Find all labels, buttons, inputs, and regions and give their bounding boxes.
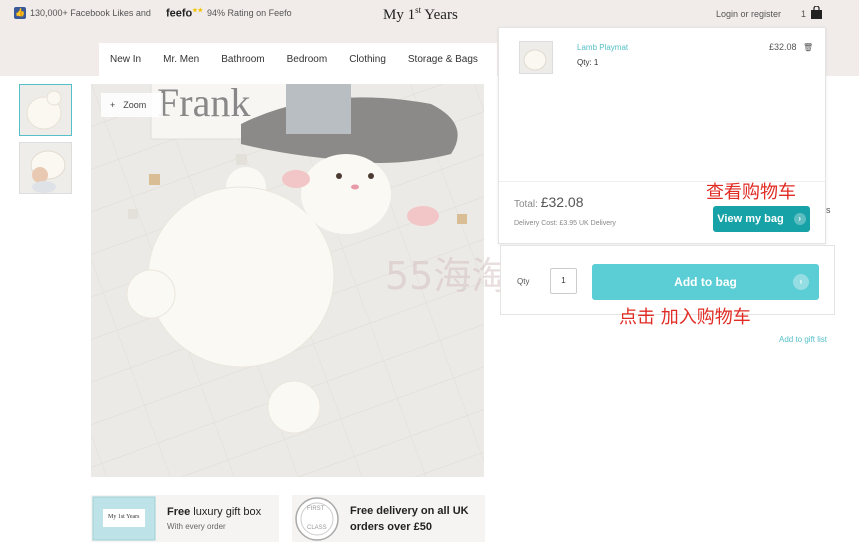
chevron-right-icon: › xyxy=(793,213,806,225)
feefo-badge[interactable]: feefo★★ 94% Rating on Feefo xyxy=(166,7,292,20)
nav-item-clothing[interactable]: Clothing xyxy=(349,54,386,65)
add-to-gift-list-link[interactable]: Add to gift list xyxy=(779,335,827,344)
delivery-cost: Delivery Cost: £3.95 UK Delivery xyxy=(514,220,616,227)
stamp-bottom-text: CLASS xyxy=(307,525,327,531)
feefo-stars: ★★ xyxy=(192,8,204,14)
add-to-cart-annotation: 点击 加入购物车 xyxy=(619,307,751,328)
add-to-bag-label: Add to bag xyxy=(674,275,737,289)
cart-total-value: £32.08 xyxy=(540,194,584,210)
shopping-bag-icon[interactable] xyxy=(810,6,823,19)
view-my-bag-button[interactable]: View my bag › xyxy=(713,206,810,232)
chevron-right-icon: › xyxy=(793,274,809,290)
view-my-bag-label: View my bag xyxy=(717,213,784,225)
feefo-rating-text: 94% Rating on Feefo xyxy=(207,8,292,19)
box-lettering: Frank xyxy=(157,84,250,125)
free-delivery-line-1: Free delivery on all UK xyxy=(350,505,469,517)
watermark-text: 55海淘 xyxy=(385,254,510,298)
facebook-likes-text: 130,000+ Facebook Likes and xyxy=(30,8,151,18)
zoom-button[interactable]: + Zoom xyxy=(101,93,163,117)
feefo-logo: feefo★★ xyxy=(166,7,204,20)
qty-label: Qty xyxy=(517,277,530,286)
site-logo[interactable]: My 1st Years xyxy=(383,5,458,24)
baby-on-playmat-thumb-image xyxy=(20,143,71,193)
nav-item-storage-bags[interactable]: Storage & Bags xyxy=(408,54,478,65)
login-register-link[interactable]: Login or register xyxy=(716,9,781,19)
nav-item-bedroom[interactable]: Bedroom xyxy=(287,54,328,65)
cart-item-price: £32.08 xyxy=(769,42,797,52)
cart-total: Total: £32.08 xyxy=(514,194,584,210)
nav-item-mr-men[interactable]: Mr. Men xyxy=(163,54,199,65)
free-delivery-line-2: orders over £50 xyxy=(350,521,432,533)
view-cart-annotation: 查看购物车 xyxy=(706,182,796,203)
cart-item-qty: Qty: 1 xyxy=(577,58,599,67)
lamb-playmat-thumb-image xyxy=(20,85,71,135)
gift-box-promo: My 1st Years Free luxury gift box With e… xyxy=(91,495,279,542)
gift-box-title: Free luxury gift box xyxy=(167,506,262,518)
stamp-top-text: FIRST xyxy=(307,506,325,512)
cart-item-name[interactable]: Lamb Playmat xyxy=(577,43,628,52)
main-navigation: New In Mr. Men Bathroom Bedroom Clothing… xyxy=(99,43,497,76)
nav-item-bathroom[interactable]: Bathroom xyxy=(221,54,264,65)
first-class-stamp-icon xyxy=(295,497,339,541)
bag-count: 1 xyxy=(801,9,807,19)
add-to-bag-button[interactable]: Add to bag › xyxy=(592,264,819,300)
thumbnail-1[interactable] xyxy=(19,84,72,136)
gift-box-subtitle: With every order xyxy=(167,522,226,531)
cart-item-thumbnail[interactable] xyxy=(519,41,553,74)
cart-item-image xyxy=(520,42,552,73)
plus-icon: + xyxy=(110,100,116,110)
qty-input[interactable]: 1 xyxy=(550,268,577,294)
gift-box-logo: My 1st Years xyxy=(108,514,140,520)
free-delivery-promo: FIRST CLASS Free delivery on all UK orde… xyxy=(292,495,485,542)
zoom-label: Zoom xyxy=(123,100,147,110)
trash-icon[interactable]: 🗑 xyxy=(803,43,813,52)
facebook-badge[interactable]: 👍 130,000+ Facebook Likes and xyxy=(14,7,151,19)
thumbnail-2[interactable] xyxy=(19,142,72,194)
partial-text: s xyxy=(826,205,831,215)
nav-item-new-in[interactable]: New In xyxy=(110,54,141,65)
mini-cart-dropdown: Lamb Playmat Qty: 1 £32.08 🗑 Total: £32.… xyxy=(498,27,826,244)
thumbs-up-icon: 👍 xyxy=(14,7,26,19)
